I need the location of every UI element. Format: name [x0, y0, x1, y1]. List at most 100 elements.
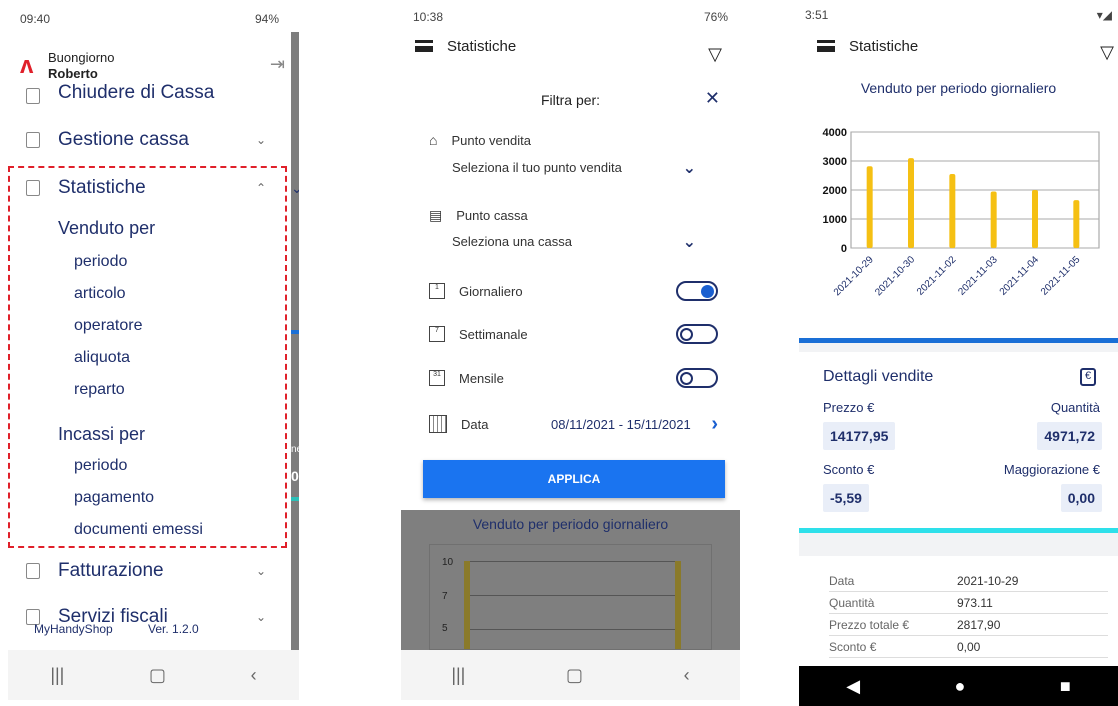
background-chart-dimmed: Venduto per periodo giornaliero 10 7 5 2: [401, 510, 740, 668]
punto-cassa-label: Punto cassa: [456, 208, 528, 223]
giornaliero-toggle[interactable]: [676, 281, 718, 301]
background-content: [291, 32, 299, 652]
register-icon: ▤: [429, 207, 443, 223]
menu-item-fatturazione[interactable]: Fatturazione ⌄: [8, 547, 278, 595]
punto-vendita-label: Punto vendita: [451, 132, 531, 148]
data-value: 08/11/2021 - 15/11/2021: [551, 416, 691, 432]
menu-item-gestione-cassa[interactable]: Gestione cassa ⌄: [8, 116, 278, 164]
navigation-drawer: 09:40 94% ᴧ Buongiorno Roberto ⇥ Chiuder…: [8, 0, 291, 650]
table-row: Sconto € 0,00: [829, 636, 1108, 658]
recent-apps-icon[interactable]: |||: [451, 665, 465, 686]
menu-label: Chiudere di Cassa: [58, 84, 215, 103]
highlight-box: [8, 166, 287, 548]
y-tick-label: 1000: [823, 214, 847, 226]
status-battery: 94%: [254, 12, 279, 26]
bg-chart-area: 10 7 5 2: [429, 544, 712, 668]
maggiorazione-label: Maggiorazione €: [1003, 462, 1100, 477]
bar: [1073, 200, 1080, 248]
hamburger-icon[interactable]: [817, 40, 835, 52]
system-nav-bar: ||| ▢ ‹: [8, 650, 299, 700]
giornaliero-row: 1 Giornaliero: [429, 283, 718, 299]
toggle-knob: [680, 328, 693, 341]
mensile-row: 31 Mensile: [429, 370, 718, 386]
data-label: Data: [461, 416, 489, 432]
back-icon[interactable]: ◀: [846, 676, 860, 697]
logout-icon[interactable]: ⇥: [270, 54, 285, 75]
table-key: Quantità: [829, 595, 875, 610]
status-time: 3:51: [805, 8, 829, 22]
filter-icon[interactable]: ▽: [1100, 42, 1114, 63]
details-title: Dettagli vendite: [823, 368, 934, 385]
home-icon[interactable]: ▢: [566, 665, 583, 686]
mensile-toggle[interactable]: [676, 368, 718, 388]
punto-vendita-select[interactable]: Seleziona il tuo punto vendita ⌄: [452, 160, 718, 177]
system-nav-bar: ||| ▢ ‹: [401, 650, 740, 700]
greeting: Buongiorno: [48, 50, 115, 65]
recent-apps-icon[interactable]: |||: [50, 665, 64, 686]
recent-apps-icon[interactable]: ■: [1060, 676, 1071, 697]
table-key: Prezzo totale €: [829, 617, 910, 632]
back-icon[interactable]: ‹: [251, 665, 257, 686]
table-value: 0,00: [957, 639, 981, 654]
menu-item-chiudere[interactable]: Chiudere di Cassa: [8, 84, 278, 108]
table-row: Prezzo totale € 2817,90: [829, 614, 1108, 636]
phone-menu-screen: ⌄ € nedio 00 € 09:40 94% ᴧ Buongiorno Ro…: [8, 0, 299, 700]
close-icon[interactable]: ✕: [705, 88, 720, 109]
quantita-label: Quantità: [1050, 400, 1100, 415]
bg-tick: 5: [442, 623, 448, 634]
x-tick-label: 2021-11-04: [998, 254, 1042, 298]
y-tick-label: 4000: [823, 127, 847, 139]
table-row: Quantità 973.11: [829, 592, 1108, 614]
euro-icon[interactable]: €: [1080, 368, 1096, 386]
calendar-range-icon: [429, 415, 447, 433]
y-tick-label: 3000: [823, 156, 847, 168]
bg-bar: [675, 561, 681, 649]
table-row: Data 2021-10-29: [829, 570, 1108, 592]
punto-cassa-select[interactable]: Seleziona una cassa ⌄: [452, 234, 718, 251]
punto-cassa-value: Seleziona una cassa: [452, 234, 572, 249]
bg-label: nedio: [291, 444, 299, 455]
cash-icon: [26, 88, 40, 104]
app-version: Ver. 1.2.0: [148, 622, 199, 636]
table-value: 2021-10-29: [957, 573, 1019, 588]
app-title: Statistiche: [849, 37, 919, 55]
punto-cassa-row: ▤ Punto cassa: [429, 207, 718, 224]
register-icon: [26, 132, 40, 148]
status-bar: 09:40 94%: [8, 0, 291, 38]
hamburger-icon[interactable]: [415, 40, 433, 52]
table-value: 973.11: [957, 595, 993, 610]
menu-label: Gestione cassa: [58, 129, 189, 150]
bar: [1032, 190, 1038, 248]
invoice-icon: [26, 563, 40, 579]
table-key: Sconto €: [829, 639, 877, 654]
x-tick-label: 2021-11-03: [956, 254, 1000, 298]
calendar-week-icon: 7: [429, 326, 445, 342]
filter-icon[interactable]: ▽: [708, 44, 722, 65]
chevron-right-icon: ›: [711, 412, 718, 435]
teal-divider: [291, 497, 299, 501]
settimanale-row: 7 Settimanale: [429, 326, 718, 342]
menu-label: Fatturazione: [58, 560, 164, 581]
applica-button[interactable]: APPLICA: [423, 460, 725, 498]
chevron-down-icon: ⌄: [255, 610, 266, 624]
system-nav-bar: ◀ ● ■: [799, 666, 1118, 706]
toggle-knob: [701, 285, 714, 298]
maggiorazione-value: 0,00: [1060, 484, 1102, 512]
x-tick-label: 2021-11-05: [1039, 254, 1083, 298]
gridline: [464, 629, 677, 630]
bg-tick: 7: [442, 591, 448, 602]
data-row[interactable]: Data 08/11/2021 - 15/11/2021 ›: [429, 412, 718, 435]
status-battery: 76%: [703, 10, 728, 24]
bar: [990, 191, 997, 248]
table-value: 2817,90: [957, 617, 1001, 632]
app-title: Statistiche: [447, 37, 517, 55]
blue-divider: [799, 338, 1118, 343]
back-icon[interactable]: ‹: [684, 665, 690, 686]
toggle-knob: [680, 372, 693, 385]
blue-divider: [291, 330, 299, 334]
settimanale-toggle[interactable]: [676, 324, 718, 344]
home-icon[interactable]: ▢: [149, 665, 166, 686]
home-icon[interactable]: ●: [955, 676, 966, 697]
filter-title: Filtra per:: [540, 92, 601, 108]
x-tick-label: 2021-11-02: [915, 254, 959, 298]
